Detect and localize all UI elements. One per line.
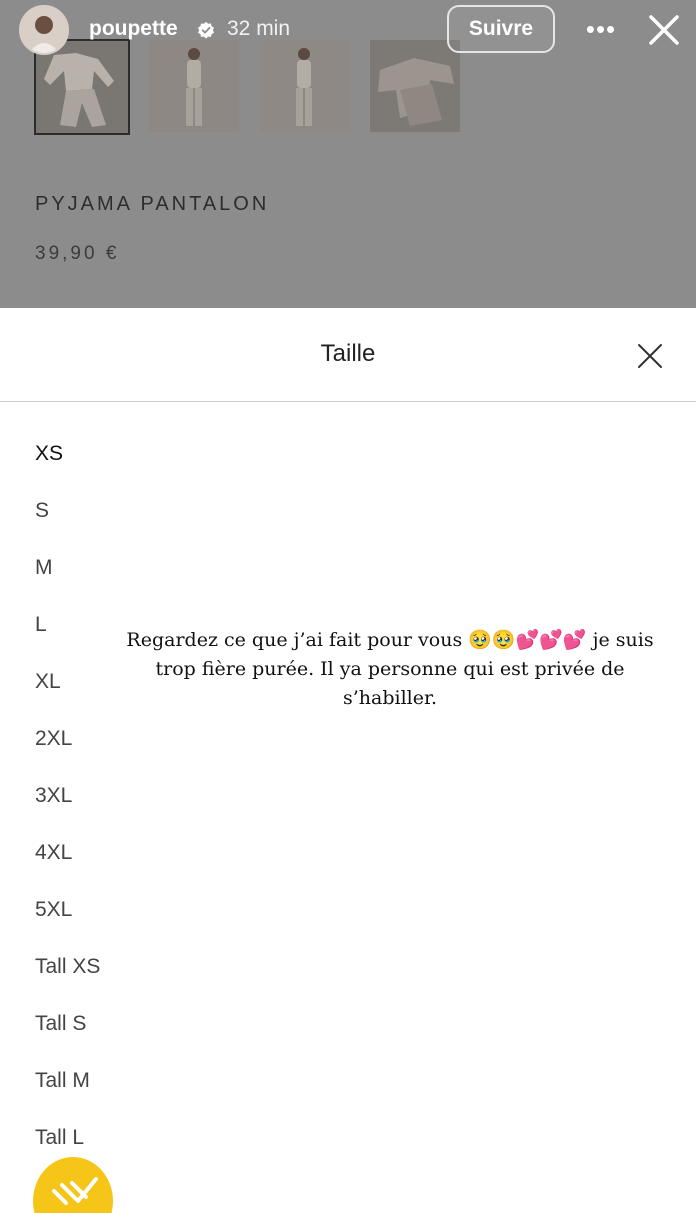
yellow-check-sticker-icon xyxy=(33,1157,113,1213)
story-username[interactable]: poupette xyxy=(89,17,178,41)
story-caption-text: Regardez ce que j’ai fait pour vous 🥹🥹💕💕… xyxy=(126,629,654,709)
close-sheet-icon[interactable] xyxy=(636,342,664,370)
close-story-icon[interactable] xyxy=(646,12,682,48)
size-option-s[interactable]: S xyxy=(35,499,49,529)
size-option-xs[interactable]: XS xyxy=(35,442,63,472)
size-option-5xl[interactable]: 5XL xyxy=(35,898,72,928)
size-sheet-title: Taille xyxy=(320,340,376,367)
size-option-3xl[interactable]: 3XL xyxy=(35,784,72,814)
follow-button[interactable]: Suivre xyxy=(447,5,555,53)
size-selection-sheet: Taille XS S M L XL 2XL 3XL 4XL 5XL Tall … xyxy=(0,308,696,1200)
product-name: PYJAMA PANTALON xyxy=(35,193,270,215)
product-price: 39,90 € xyxy=(35,243,120,264)
avatar-image xyxy=(21,7,67,53)
size-option-l[interactable]: L xyxy=(35,613,47,643)
verified-badge-icon xyxy=(197,21,215,39)
story-header: poupette 32 min Suivre ••• xyxy=(0,0,696,60)
size-option-4xl[interactable]: 4XL xyxy=(35,841,72,871)
story-timestamp: 32 min xyxy=(227,17,291,40)
size-option-tall-m[interactable]: Tall M xyxy=(35,1069,90,1099)
size-option-tall-xs[interactable]: Tall XS xyxy=(35,955,100,985)
size-option-xl[interactable]: XL xyxy=(35,670,61,700)
sheet-divider xyxy=(0,401,696,402)
more-options-icon[interactable]: ••• xyxy=(585,16,617,42)
size-option-2xl[interactable]: 2XL xyxy=(35,727,72,757)
size-option-tall-s[interactable]: Tall S xyxy=(35,1012,86,1042)
size-option-tall-l[interactable]: Tall L xyxy=(35,1126,84,1156)
avatar[interactable] xyxy=(19,5,69,55)
size-option-m[interactable]: M xyxy=(35,556,53,586)
